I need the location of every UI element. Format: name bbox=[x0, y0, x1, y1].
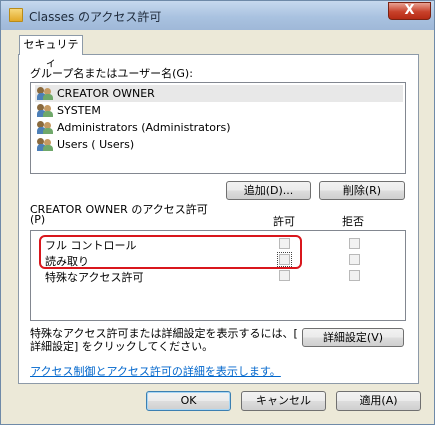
permissions-list: フル コントロール 読み取り 特殊なアクセス許可 bbox=[30, 230, 406, 321]
allow-checkbox[interactable] bbox=[277, 252, 292, 267]
deny-column-header: 拒否 bbox=[342, 215, 364, 228]
permissions-label: CREATOR OWNER のアクセス許可 bbox=[30, 203, 208, 216]
list-item-users[interactable]: Users ( Users) bbox=[35, 136, 403, 153]
deny-checkbox[interactable] bbox=[349, 238, 360, 249]
permission-label: 特殊なアクセス許可 bbox=[45, 271, 144, 284]
permission-row-full-control: フル コントロール bbox=[31, 236, 405, 252]
title-bar: Classes のアクセス許可 X bbox=[1, 1, 434, 30]
advanced-hint-line2: 詳細設定] をクリックしてください。 bbox=[30, 340, 214, 353]
allow-checkbox[interactable] bbox=[279, 270, 290, 281]
tab-security[interactable]: セキュリティ bbox=[19, 35, 83, 69]
users-icon bbox=[37, 104, 55, 117]
users-icon bbox=[37, 138, 55, 151]
apply-button[interactable]: 適用(A) bbox=[336, 391, 421, 411]
deny-checkbox[interactable] bbox=[349, 254, 360, 265]
advanced-button[interactable]: 詳細設定(V) bbox=[302, 328, 404, 347]
permission-label: 読み取り bbox=[45, 255, 89, 268]
list-item-label: Administrators (Administrators) bbox=[57, 121, 231, 134]
folder-icon bbox=[9, 8, 23, 22]
help-link[interactable]: アクセス制御とアクセス許可の詳細を表示します。 bbox=[30, 363, 281, 379]
ok-button[interactable]: OK bbox=[146, 391, 231, 411]
cancel-button[interactable]: キャンセル bbox=[241, 391, 326, 411]
allow-column-header: 許可 bbox=[273, 215, 295, 228]
list-item-label: Users ( Users) bbox=[57, 138, 135, 151]
permissions-dialog: Classes のアクセス許可 X セキュリティ グループ名またはユーザー名(G… bbox=[0, 0, 435, 425]
window-title: Classes のアクセス許可 bbox=[29, 10, 162, 24]
list-item-system[interactable]: SYSTEM bbox=[35, 102, 403, 119]
permission-row-special: 特殊なアクセス許可 bbox=[31, 268, 405, 284]
deny-checkbox[interactable] bbox=[349, 270, 360, 281]
close-button[interactable]: X bbox=[388, 2, 431, 20]
list-item-label: CREATOR OWNER bbox=[57, 87, 155, 100]
list-item-administrators[interactable]: Administrators (Administrators) bbox=[35, 119, 403, 136]
list-item-creator-owner[interactable]: CREATOR OWNER bbox=[35, 85, 403, 102]
add-button[interactable]: 追加(D)... bbox=[226, 181, 311, 200]
users-icon bbox=[37, 87, 55, 100]
permission-label: フル コントロール bbox=[45, 239, 137, 252]
list-item-label: SYSTEM bbox=[57, 104, 101, 117]
users-icon bbox=[37, 121, 55, 134]
remove-button[interactable]: 削除(R) bbox=[319, 181, 405, 200]
permission-row-read: 読み取り bbox=[31, 252, 405, 268]
group-user-list[interactable]: CREATOR OWNER SYSTEM Administrators (Adm… bbox=[30, 82, 406, 174]
allow-checkbox[interactable] bbox=[279, 238, 290, 249]
permissions-label-accel: (P) bbox=[30, 213, 46, 226]
